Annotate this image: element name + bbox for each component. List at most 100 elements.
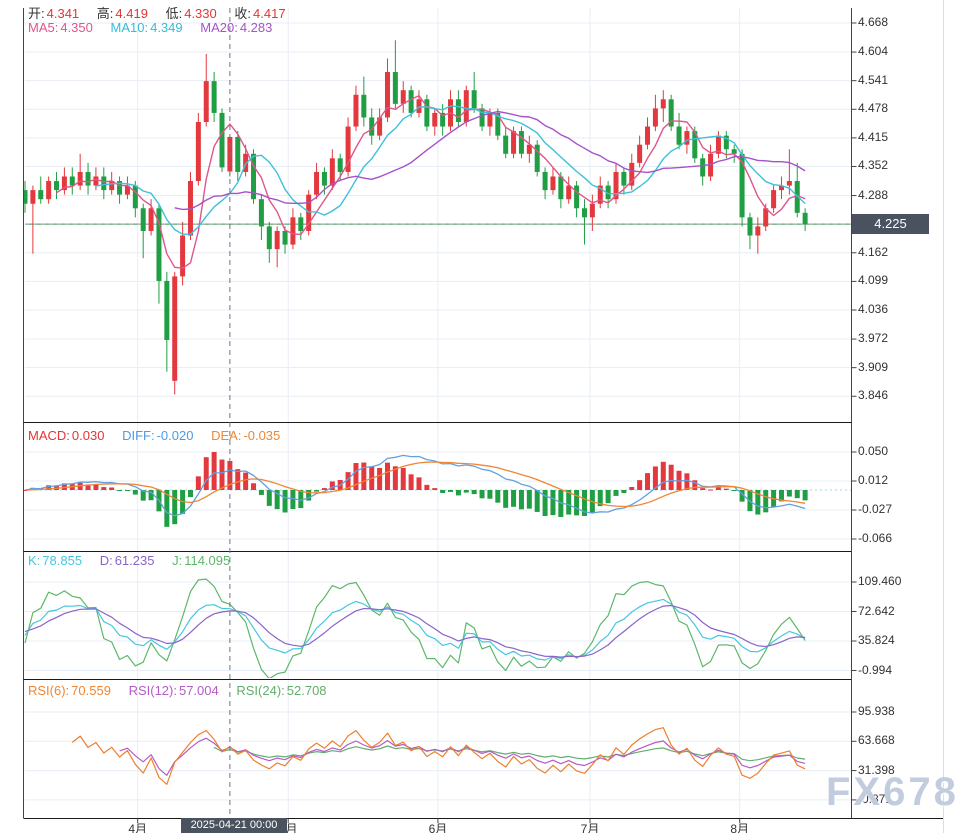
candle[interactable] [566, 186, 571, 200]
candle[interactable] [645, 127, 650, 145]
candle[interactable] [133, 186, 138, 209]
candle[interactable] [220, 113, 225, 167]
candle[interactable] [54, 181, 59, 190]
candle[interactable] [582, 208, 587, 217]
candle[interactable] [409, 90, 414, 113]
candle[interactable] [38, 190, 43, 199]
candle[interactable] [70, 176, 75, 185]
macd-bar [519, 490, 524, 509]
macd-bar [716, 488, 721, 490]
candle[interactable] [487, 113, 492, 127]
macd-bar [464, 490, 469, 493]
candle[interactable] [763, 208, 768, 226]
candle[interactable] [314, 172, 319, 195]
macd-bar [109, 488, 114, 490]
macd-bar [614, 490, 619, 496]
candle[interactable] [164, 281, 169, 340]
price-axis-label: 4.036 [858, 302, 888, 316]
candle[interactable] [401, 90, 406, 104]
candle[interactable] [141, 208, 146, 231]
macd-bar [251, 483, 256, 490]
candle[interactable] [322, 172, 327, 186]
macd-bar [424, 485, 429, 490]
candle[interactable] [86, 172, 91, 186]
month-label: 4月 [128, 820, 147, 833]
candle[interactable] [503, 136, 508, 154]
candle[interactable] [361, 95, 366, 118]
d-value: 61.235 [115, 553, 155, 568]
candle[interactable] [267, 226, 272, 249]
candle[interactable] [637, 145, 642, 163]
macd-bar [133, 490, 138, 495]
candle[interactable] [330, 158, 335, 185]
macd-bar [787, 490, 792, 497]
candle[interactable] [275, 231, 280, 249]
candle[interactable] [755, 226, 760, 235]
candle[interactable] [30, 190, 35, 204]
candle[interactable] [196, 122, 201, 181]
macd-bar [401, 468, 406, 490]
candle[interactable] [212, 81, 217, 113]
candle[interactable] [298, 217, 303, 231]
candle[interactable] [456, 99, 461, 122]
candle[interactable] [747, 217, 752, 235]
macd-label: MACD: [28, 428, 70, 443]
macd-bar [322, 488, 327, 490]
candle[interactable] [338, 158, 343, 172]
macd-bar [259, 490, 264, 495]
candle[interactable] [353, 95, 358, 127]
candle[interactable] [235, 137, 240, 172]
macd-bar [795, 490, 800, 498]
candle[interactable] [558, 176, 563, 199]
candle[interactable] [519, 131, 524, 154]
candle[interactable] [677, 127, 682, 145]
macd-bar [440, 490, 445, 493]
candle[interactable] [204, 81, 209, 122]
candle[interactable] [550, 176, 555, 190]
candle[interactable] [78, 172, 83, 186]
candle[interactable] [732, 149, 737, 154]
candle[interactable] [172, 276, 177, 380]
candle[interactable] [653, 108, 658, 126]
candle[interactable] [290, 217, 295, 244]
candle[interactable] [472, 90, 477, 108]
candle[interactable] [432, 113, 437, 127]
high-value: 4.419 [115, 6, 148, 21]
chart-canvas[interactable] [0, 0, 956, 833]
candle[interactable] [543, 172, 548, 190]
macd-bar [732, 490, 737, 491]
candle[interactable] [574, 186, 579, 209]
rsi6-label: RSI(6): [28, 683, 69, 698]
rsi24-label: RSI(24): [236, 683, 284, 698]
candle[interactable] [417, 99, 422, 113]
ma5-value: 4.350 [60, 20, 93, 35]
candle[interactable] [621, 172, 626, 186]
candle[interactable] [787, 181, 792, 186]
candle[interactable] [684, 131, 689, 145]
macd-axis-label: 0.012 [858, 473, 888, 487]
candle[interactable] [803, 213, 808, 224]
candle[interactable] [46, 181, 51, 199]
macd-bar [377, 468, 382, 490]
candle[interactable] [283, 231, 288, 245]
candle[interactable] [180, 236, 185, 277]
candle[interactable] [590, 204, 595, 218]
macd-bar [495, 490, 500, 503]
macd-axis-label: 0.050 [858, 444, 888, 458]
ma5-line [57, 96, 806, 269]
macd-bar [535, 490, 540, 512]
macd-bar [385, 463, 390, 490]
macd-bar [503, 490, 508, 508]
candle[interactable] [661, 99, 666, 108]
candle[interactable] [93, 176, 98, 185]
macd-bar [543, 490, 548, 516]
candle[interactable] [700, 158, 705, 176]
j-value: 114.095 [184, 553, 230, 568]
candle[interactable] [393, 72, 398, 104]
candle[interactable] [511, 131, 516, 154]
candle[interactable] [464, 90, 469, 122]
candle[interactable] [149, 208, 154, 231]
candle[interactable] [771, 190, 776, 208]
candle[interactable] [101, 176, 106, 190]
candle[interactable] [259, 199, 264, 226]
